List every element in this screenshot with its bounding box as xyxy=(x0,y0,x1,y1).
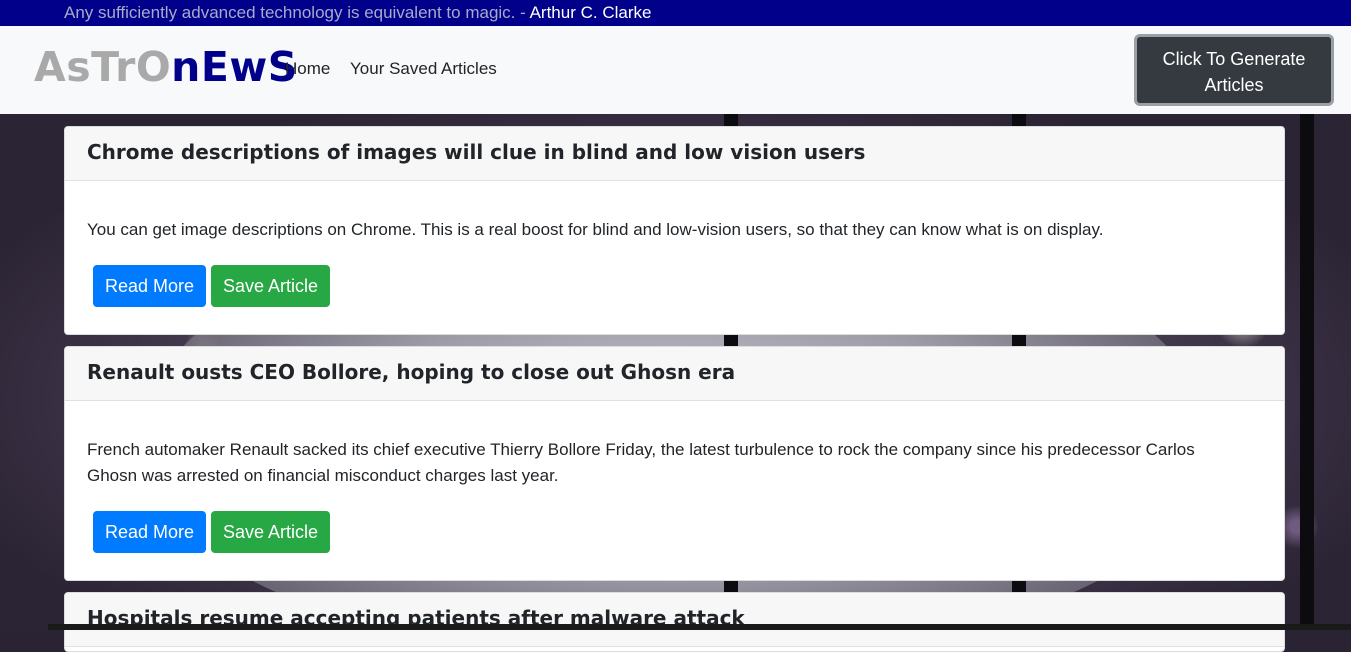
article-title: Chrome descriptions of images will clue … xyxy=(65,127,1284,181)
article-card: Hospitals resume accepting patients afte… xyxy=(64,592,1285,652)
nav-link-home[interactable]: Home xyxy=(285,59,330,79)
navbar: AsTrOnEwS Home Your Saved Articles Click… xyxy=(0,26,1351,114)
generate-articles-button[interactable]: Click To Generate Articles xyxy=(1134,34,1334,106)
quote-author: Arthur C. Clarke xyxy=(529,3,652,22)
article-card: Chrome descriptions of images will clue … xyxy=(64,126,1285,335)
nav-link-saved-articles[interactable]: Your Saved Articles xyxy=(350,59,497,79)
horizontal-scrollbar[interactable] xyxy=(48,624,1351,630)
article-card: Renault ousts CEO Bollore, hoping to clo… xyxy=(64,346,1285,581)
brand-part-1: AsTrO xyxy=(34,43,172,91)
read-more-button[interactable]: Read More xyxy=(93,265,206,307)
save-article-button[interactable]: Save Article xyxy=(211,511,330,553)
quote-bar: Any sufficiently advanced technology is … xyxy=(0,0,1351,26)
article-summary: French automaker Renault sacked its chie… xyxy=(87,440,1195,485)
brand-part-2: nEwS xyxy=(171,43,298,91)
quote-text: Any sufficiently advanced technology is … xyxy=(64,3,652,22)
article-title: Hospitals resume accepting patients afte… xyxy=(65,593,1284,647)
article-title: Renault ousts CEO Bollore, hoping to clo… xyxy=(65,347,1284,401)
article-summary: You can get image descriptions on Chrome… xyxy=(87,220,1104,239)
save-article-button[interactable]: Save Article xyxy=(211,265,330,307)
brand-logo[interactable]: AsTrOnEwS xyxy=(34,43,298,91)
read-more-button[interactable]: Read More xyxy=(93,511,206,553)
